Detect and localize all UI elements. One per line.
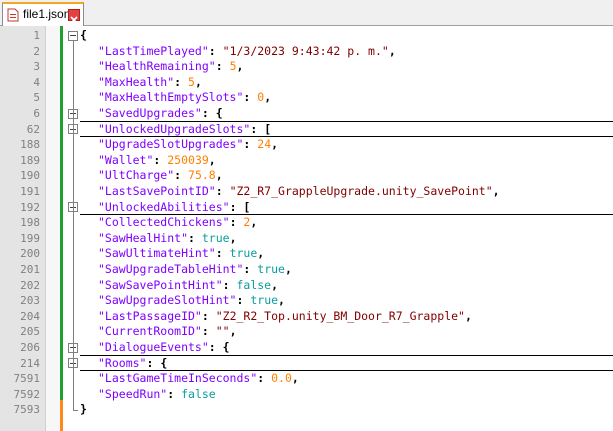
- code-text: "SpeedRun": false: [98, 386, 216, 401]
- fold-collapse-icon[interactable]: [68, 30, 78, 41]
- line-number: 7591: [13, 372, 41, 386]
- line-number: 192: [20, 200, 40, 214]
- line-number: 201: [20, 263, 40, 276]
- code-editor[interactable]: 1{2 "LastTimePlayed": "1/3/2023 9:43:42 p…: [0, 26, 613, 431]
- code-text: "MaxHealth": 5,: [98, 74, 202, 89]
- code-text: "LastPassageID": "Z2_R2_Top.unity_BM_Doo…: [98, 308, 472, 323]
- code-text: "LastSavePointID": "Z2_R7_GrappleUpgrade…: [98, 184, 500, 198]
- line-number: 3: [33, 60, 40, 74]
- code-text: "SawUpgradeSlotHint": true,: [98, 293, 285, 308]
- code-line[interactable]: 190 "UltCharge": 75.8,: [0, 168, 613, 184]
- code-line[interactable]: 6 "SavedUpgrades": {: [0, 106, 613, 122]
- line-number: 189: [20, 153, 40, 167]
- code-text: {: [80, 28, 87, 42]
- code-text: "HealthRemaining": 5,: [98, 59, 244, 74]
- line-number: 7593: [13, 403, 41, 417]
- line-number: 7592: [13, 387, 41, 401]
- code-text: "SawUpgradeTableHint": true,: [98, 262, 292, 276]
- code-line[interactable]: 5 "MaxHealthEmptySlots": 0,: [0, 90, 613, 106]
- code-text: "UnlockedAbilities": [: [98, 199, 251, 214]
- code-text: "SavedUpgrades": {: [98, 106, 223, 120]
- code-line[interactable]: 2 "LastTimePlayed": "1/3/2023 9:43:42 p. …: [0, 44, 613, 60]
- code-line[interactable]: 7591 "LastGameTimeInSeconds": 0.0,: [0, 371, 613, 387]
- line-number: 6: [33, 107, 40, 120]
- fold-end-marker: [73, 410, 78, 412]
- line-number: 5: [33, 91, 40, 105]
- code-text: "DialogueEvents": {: [98, 340, 230, 354]
- code-line[interactable]: 7592 "SpeedRun": false: [0, 387, 613, 403]
- code-text: "Rooms": {: [98, 355, 168, 370]
- code-line[interactable]: 4 "MaxHealth": 5,: [0, 75, 613, 91]
- close-icon[interactable]: [68, 9, 80, 24]
- line-number: 199: [20, 231, 40, 245]
- code-line[interactable]: 203 "SawUpgradeSlotHint": true,: [0, 293, 613, 309]
- line-number: 198: [20, 216, 40, 230]
- code-text: "LastTimePlayed": "1/3/2023 9:43:42 p. m…: [98, 43, 396, 58]
- line-number: 204: [20, 309, 40, 323]
- code-line[interactable]: 62 "UnlockedUpgradeSlots": [: [0, 122, 613, 138]
- tab-label: file1.json: [23, 7, 71, 21]
- code-text: "UltCharge": 75.8,: [98, 168, 223, 183]
- code-text: "LastGameTimeInSeconds": 0.0,: [98, 371, 299, 386]
- code-line[interactable]: 200 "SawUltimateHint": true,: [0, 246, 613, 262]
- tab-bar: file1.json: [0, 0, 613, 26]
- code-text: "MaxHealthEmptySlots": 0,: [98, 90, 272, 105]
- line-number: 214: [20, 356, 40, 370]
- code-line[interactable]: 3 "HealthRemaining": 5,: [0, 59, 613, 75]
- code-line[interactable]: 204 "LastPassageID": "Z2_R2_Top.unity_BM_…: [0, 309, 613, 325]
- line-number: 1: [33, 29, 40, 42]
- document-icon: [7, 8, 19, 22]
- code-text: "CurrentRoomID": "",: [98, 324, 237, 339]
- code-text: "UpgradeSlotUpgrades": 24,: [98, 137, 279, 152]
- line-number: 205: [20, 325, 40, 339]
- code-line[interactable]: 1{: [0, 28, 613, 44]
- fold-guide-line: [73, 41, 74, 411]
- line-number: 206: [20, 341, 40, 354]
- code-line[interactable]: 214 "Rooms": {: [0, 356, 613, 372]
- line-number: 200: [20, 247, 40, 261]
- code-text: "CollectedChickens": 2,: [98, 215, 258, 230]
- code-line[interactable]: 189 "Wallet": 250039,: [0, 153, 613, 169]
- code-line[interactable]: 199 "SawHealHint": true,: [0, 231, 613, 247]
- line-number: 203: [20, 294, 40, 308]
- code-text: }: [80, 402, 87, 417]
- code-text: "SawHealHint": true,: [98, 230, 237, 245]
- code-line[interactable]: 198 "CollectedChickens": 2,: [0, 215, 613, 231]
- code-line[interactable]: 202 "SawSavePointHint": false,: [0, 278, 613, 294]
- code-line[interactable]: 201 "SawUpgradeTableHint": true,: [0, 262, 613, 278]
- code-text: "UnlockedUpgradeSlots": [: [98, 121, 272, 136]
- code-text: "SawSavePointHint": false,: [98, 277, 279, 292]
- line-number: 2: [33, 44, 40, 58]
- code-text: "Wallet": 250039,: [98, 152, 216, 167]
- code-line[interactable]: 205 "CurrentRoomID": "",: [0, 324, 613, 340]
- line-number: 62: [26, 122, 40, 136]
- line-number: 191: [20, 185, 40, 198]
- code-line[interactable]: 191 "LastSavePointID": "Z2_R7_GrappleUpgr…: [0, 184, 613, 200]
- code-line[interactable]: 188 "UpgradeSlotUpgrades": 24,: [0, 137, 613, 153]
- line-number: 190: [20, 169, 40, 183]
- code-line[interactable]: 192 "UnlockedAbilities": [: [0, 200, 613, 216]
- line-number: 188: [20, 138, 40, 152]
- line-number: 4: [33, 75, 40, 89]
- code-line[interactable]: 206 "DialogueEvents": {: [0, 340, 613, 356]
- line-number: 202: [20, 278, 40, 292]
- code-text: "SawUltimateHint": true,: [98, 246, 265, 261]
- code-line[interactable]: 7593}: [0, 402, 613, 418]
- tab-file1-json[interactable]: file1.json: [2, 2, 84, 26]
